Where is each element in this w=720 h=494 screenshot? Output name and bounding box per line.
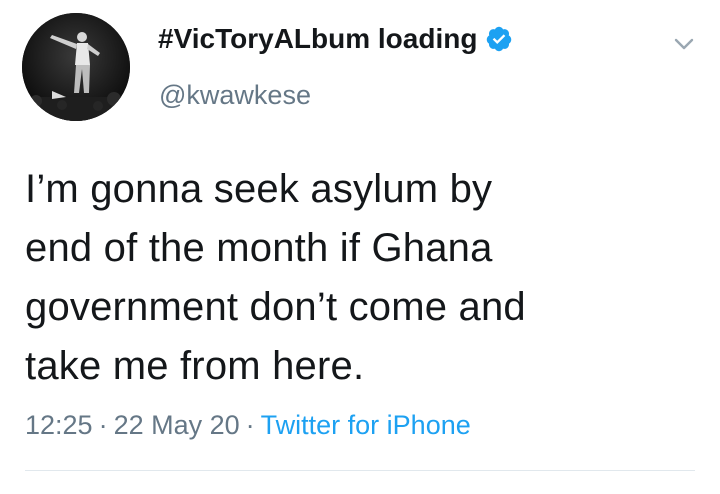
tweet-card: #VicToryALbum loading @kwawkese I’m gonn… (0, 0, 720, 494)
separator: · (98, 410, 108, 440)
separator: · (245, 410, 255, 440)
verified-badge-icon (487, 26, 512, 52)
avatar-photo-icon (22, 13, 130, 121)
display-name[interactable]: #VicToryALbum loading (158, 23, 513, 55)
user-handle[interactable]: @kwawkese (159, 80, 311, 111)
tweet-time[interactable]: 12:25 (25, 410, 93, 440)
avatar[interactable] (22, 13, 130, 121)
tweet-source-link[interactable]: Twitter for iPhone (261, 410, 471, 440)
tweet-text: I’m gonna seek asylum by end of the mont… (25, 167, 526, 388)
divider (25, 470, 695, 471)
tweet-meta: 12:25 · 22 May 20 · Twitter for iPhone (25, 410, 471, 441)
chevron-down-icon[interactable] (672, 32, 696, 56)
display-name-text[interactable]: #VicToryALbum loading (158, 23, 477, 55)
tweet-date[interactable]: 22 May 20 (114, 410, 240, 440)
